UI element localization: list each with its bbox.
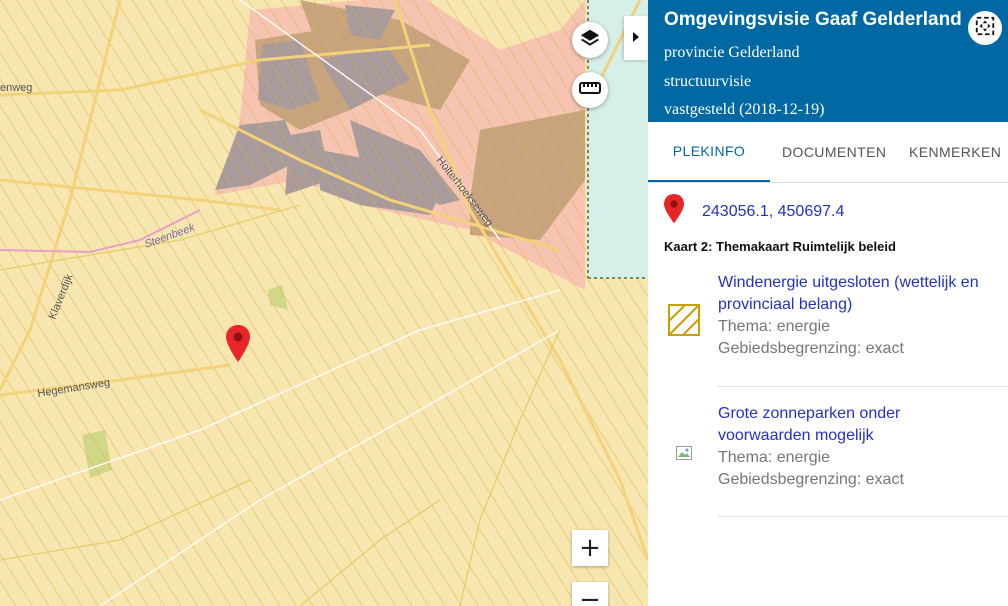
location-pin-icon bbox=[664, 194, 684, 229]
ruler-icon bbox=[578, 76, 602, 105]
basemap[interactable]: enweg Klaverdijk Steenbeek Hegemansweg H… bbox=[0, 0, 648, 606]
entry-name[interactable]: Grote zonneparken onder voorwaarden moge… bbox=[718, 403, 938, 447]
entry-thema: Thema: energie bbox=[718, 449, 831, 466]
plan-type: structuurvisie bbox=[664, 73, 752, 90]
location-row: 243056.1, 450697.4 bbox=[664, 194, 844, 229]
tab-kenmerken[interactable]: KENMERKEN bbox=[909, 122, 1001, 181]
kaart-title: Kaart 2: Themakaart Ruimtelijk beleid bbox=[664, 239, 896, 254]
layers-button[interactable] bbox=[572, 22, 608, 58]
tab-plekinfo[interactable]: PLEKINFO bbox=[648, 122, 770, 182]
entry-begrenzing: Gebiedsbegrenzing: exact bbox=[718, 340, 904, 357]
entry-begrenzing: Gebiedsbegrenzing: exact bbox=[718, 471, 904, 488]
panel-header: Omgevingsvisie Gaaf Gelderland provincie… bbox=[648, 0, 1008, 122]
road-label-enweg: enweg bbox=[0, 82, 32, 94]
panel-tabs: PLEKINFO DOCUMENTEN KENMERKEN bbox=[648, 122, 1008, 183]
legend-entry: Grote zonneparken onder voorwaarden moge… bbox=[718, 403, 1008, 491]
caret-right-icon bbox=[632, 29, 640, 47]
entry-divider bbox=[718, 516, 1008, 517]
map-view[interactable]: enweg Klaverdijk Steenbeek Hegemansweg H… bbox=[0, 0, 648, 606]
plan-title: Omgevingsvisie Gaaf Gelderland bbox=[664, 9, 962, 30]
fullscreen-button[interactable] bbox=[968, 11, 1002, 45]
map-marker-icon bbox=[226, 325, 250, 368]
measure-button[interactable] bbox=[572, 72, 608, 108]
hatch-legend-icon bbox=[668, 304, 700, 341]
fullscreen-icon bbox=[974, 15, 996, 42]
coordinates-text: 243056.1, 450697.4 bbox=[702, 202, 845, 220]
zoom-out-button[interactable]: − bbox=[572, 582, 608, 606]
entry-name[interactable]: Windenergie uitgesloten (wettelijk en pr… bbox=[718, 272, 1008, 316]
plan-status: vastgesteld (2018-12-19) bbox=[664, 101, 825, 118]
plan-authority: provincie Gelderland bbox=[664, 44, 800, 61]
collapse-panel-button[interactable] bbox=[624, 16, 648, 60]
entry-thema: Thema: energie bbox=[718, 318, 831, 335]
broken-image-icon bbox=[676, 446, 692, 465]
layers-icon bbox=[579, 27, 601, 54]
entry-divider bbox=[718, 386, 1008, 387]
legend-entry: Windenergie uitgesloten (wettelijk en pr… bbox=[718, 272, 1008, 360]
tab-documenten[interactable]: DOCUMENTEN bbox=[782, 122, 886, 181]
info-panel: Omgevingsvisie Gaaf Gelderland provincie… bbox=[648, 0, 1008, 606]
zoom-in-button[interactable]: + bbox=[572, 530, 608, 566]
